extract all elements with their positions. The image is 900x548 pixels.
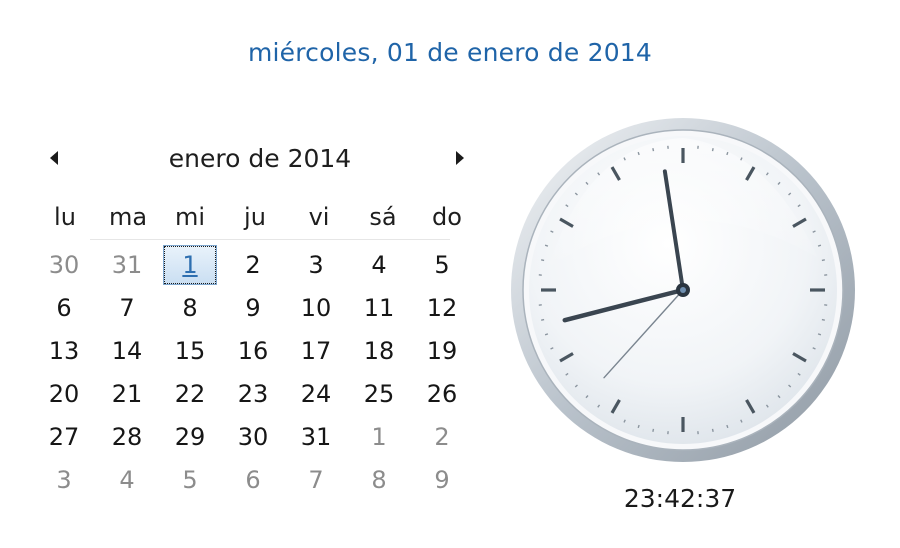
calendar-day[interactable]: 24 (289, 374, 343, 414)
minute-tick (726, 424, 729, 429)
calendar-day[interactable]: 6 (226, 460, 280, 500)
calendar-day[interactable]: 7 (289, 460, 343, 500)
calendar-day[interactable]: 27 (37, 417, 91, 457)
minute-tick (652, 148, 655, 152)
calendar-day[interactable]: 2 (226, 245, 280, 285)
calendar-day[interactable]: 10 (289, 288, 343, 328)
calendar-day[interactable]: 8 (352, 460, 406, 500)
weekday-label: sá (369, 203, 397, 231)
calendar-day[interactable]: 30 (226, 417, 280, 457)
calendar-day[interactable]: 11 (352, 288, 406, 328)
calendar-day[interactable]: 15 (163, 331, 217, 371)
weekday-label: ju (244, 203, 266, 231)
minute-tick (652, 428, 655, 432)
calendar-day[interactable]: 16 (226, 331, 280, 371)
calendar-day[interactable]: 13 (37, 331, 91, 371)
minute-tick (541, 259, 545, 262)
triangle-left-icon (50, 151, 58, 165)
minute-tick (726, 151, 729, 156)
calendar-day[interactable]: 19 (415, 331, 469, 371)
minute-tick (711, 148, 714, 152)
calendar-day-selected[interactable]: 1 (163, 245, 217, 285)
calendar-day[interactable]: 14 (100, 331, 154, 371)
minute-tick (544, 244, 549, 247)
month-title[interactable]: enero de 2014 (120, 141, 400, 177)
minute-tick (817, 333, 822, 336)
next-month-button[interactable] (450, 148, 470, 168)
weekday-header-row: lu ma mi ju vi sá do (30, 201, 480, 233)
calendar-day[interactable]: 9 (226, 288, 280, 328)
calendar-day[interactable]: 18 (352, 331, 406, 371)
weekday-label: ma (108, 203, 148, 231)
calendar-day[interactable]: 17 (289, 331, 343, 371)
calendar-day[interactable]: 3 (289, 245, 343, 285)
calendar-day[interactable]: 9 (415, 460, 469, 500)
minute-tick (821, 259, 825, 262)
calendar-day[interactable]: 31 (100, 245, 154, 285)
calendar-day[interactable]: 5 (163, 460, 217, 500)
minute-tick (821, 318, 825, 321)
weekday-separator (90, 239, 450, 240)
calendar-day[interactable]: 28 (100, 417, 154, 457)
minute-tick (544, 333, 549, 336)
minute-tick (541, 318, 545, 321)
calendar-day[interactable]: 4 (352, 245, 406, 285)
month-calendar: enero de 2014 lu ma mi ju vi sá do 30 31 1… (30, 135, 480, 495)
calendar-day[interactable]: 6 (37, 288, 91, 328)
header-full-date[interactable]: miércoles, 01 de enero de 2014 (0, 38, 900, 67)
calendar-day[interactable]: 8 (163, 288, 217, 328)
weekday-label: lu (54, 203, 76, 231)
analog-clock (511, 118, 855, 462)
prev-month-button[interactable] (44, 148, 64, 168)
calendar-day[interactable]: 26 (415, 374, 469, 414)
calendar-day[interactable]: 23 (226, 374, 280, 414)
calendar-day[interactable]: 29 (163, 417, 217, 457)
triangle-right-icon (456, 151, 464, 165)
calendar-day[interactable]: 1 (352, 417, 406, 457)
digital-time: 23:42:37 (623, 484, 737, 513)
calendar-day[interactable]: 3 (37, 460, 91, 500)
minute-tick (711, 428, 714, 432)
minute-tick (637, 151, 640, 156)
calendar-day[interactable]: 31 (289, 417, 343, 457)
calendar-day[interactable]: 21 (100, 374, 154, 414)
day-grid: 30 31 1 2 3 4 5 6 7 8 9 10 11 12 13 14 15 16 17 18 19 20 21 22 2… (30, 245, 480, 495)
calendar-day[interactable]: 25 (352, 374, 406, 414)
weekday-label: mi (174, 203, 206, 231)
calendar-day[interactable]: 7 (100, 288, 154, 328)
calendar-day[interactable]: 20 (37, 374, 91, 414)
minute-tick (817, 244, 822, 247)
weekday-label: vi (308, 203, 330, 231)
minute-tick (637, 424, 640, 429)
calendar-day[interactable]: 4 (100, 460, 154, 500)
calendar-day[interactable]: 12 (415, 288, 469, 328)
weekday-label: do (432, 203, 462, 231)
calendar-day[interactable]: 2 (415, 417, 469, 457)
calendar-day[interactable]: 22 (163, 374, 217, 414)
calendar-day[interactable]: 5 (415, 245, 469, 285)
calendar-day[interactable]: 30 (37, 245, 91, 285)
